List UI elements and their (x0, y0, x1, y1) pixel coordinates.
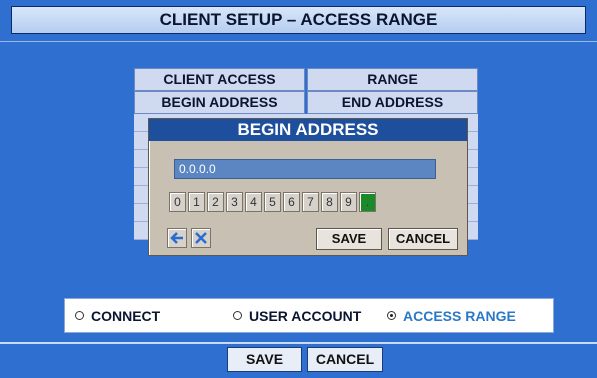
column-header-begin-address: BEGIN ADDRESS (134, 91, 305, 114)
key-1[interactable]: 1 (188, 192, 205, 212)
back-arrow-icon (170, 232, 183, 244)
divider (0, 342, 597, 344)
save-button[interactable]: SAVE (227, 347, 302, 372)
key-4[interactable]: 4 (245, 192, 262, 212)
dialog-cancel-button[interactable]: CANCEL (388, 228, 458, 250)
dialog-title: BEGIN ADDRESS (149, 119, 467, 141)
address-input[interactable]: 0.0.0.0 (174, 159, 436, 179)
mode-radio-group: CONNECT USER ACCOUNT ACCESS RANGE (64, 298, 554, 333)
begin-address-dialog: BEGIN ADDRESS 0.0.0.0 0 1 2 3 4 5 6 7 8 … (148, 118, 468, 256)
numeric-keypad: 0 1 2 3 4 5 6 7 8 9 . (169, 192, 378, 212)
divider (0, 41, 597, 42)
key-6[interactable]: 6 (283, 192, 300, 212)
key-8[interactable]: 8 (321, 192, 338, 212)
cancel-button[interactable]: CANCEL (307, 347, 383, 372)
table-header-row: CLIENT ACCESS RANGE (134, 68, 478, 91)
radio-label-access-range: ACCESS RANGE (403, 307, 516, 324)
key-3[interactable]: 3 (226, 192, 243, 212)
radio-indicator (75, 311, 84, 320)
key-dot[interactable]: . (359, 192, 376, 212)
column-header-end-address: END ADDRESS (307, 91, 478, 114)
back-button[interactable] (167, 228, 187, 248)
radio-access-range[interactable]: ACCESS RANGE (387, 308, 516, 324)
dialog-save-button[interactable]: SAVE (316, 228, 382, 250)
column-header-range: RANGE (307, 68, 478, 91)
radio-connect[interactable]: CONNECT (75, 308, 160, 324)
clear-x-icon (195, 232, 207, 244)
radio-label-user-account: USER ACCOUNT (249, 307, 362, 324)
key-7[interactable]: 7 (302, 192, 319, 212)
table-subheader-row: BEGIN ADDRESS END ADDRESS (134, 91, 478, 114)
radio-indicator (233, 311, 242, 320)
radio-user-account[interactable]: USER ACCOUNT (233, 308, 361, 324)
radio-label-connect: CONNECT (91, 307, 161, 324)
page-title: CLIENT SETUP – ACCESS RANGE (11, 6, 586, 34)
access-table: CLIENT ACCESS RANGE BEGIN ADDRESS END AD… (134, 68, 478, 114)
clear-button[interactable] (191, 228, 211, 248)
key-5[interactable]: 5 (264, 192, 281, 212)
key-9[interactable]: 9 (340, 192, 357, 212)
radio-indicator (387, 311, 396, 320)
key-2[interactable]: 2 (207, 192, 224, 212)
column-header-client-access: CLIENT ACCESS (134, 68, 305, 91)
key-0[interactable]: 0 (169, 192, 186, 212)
